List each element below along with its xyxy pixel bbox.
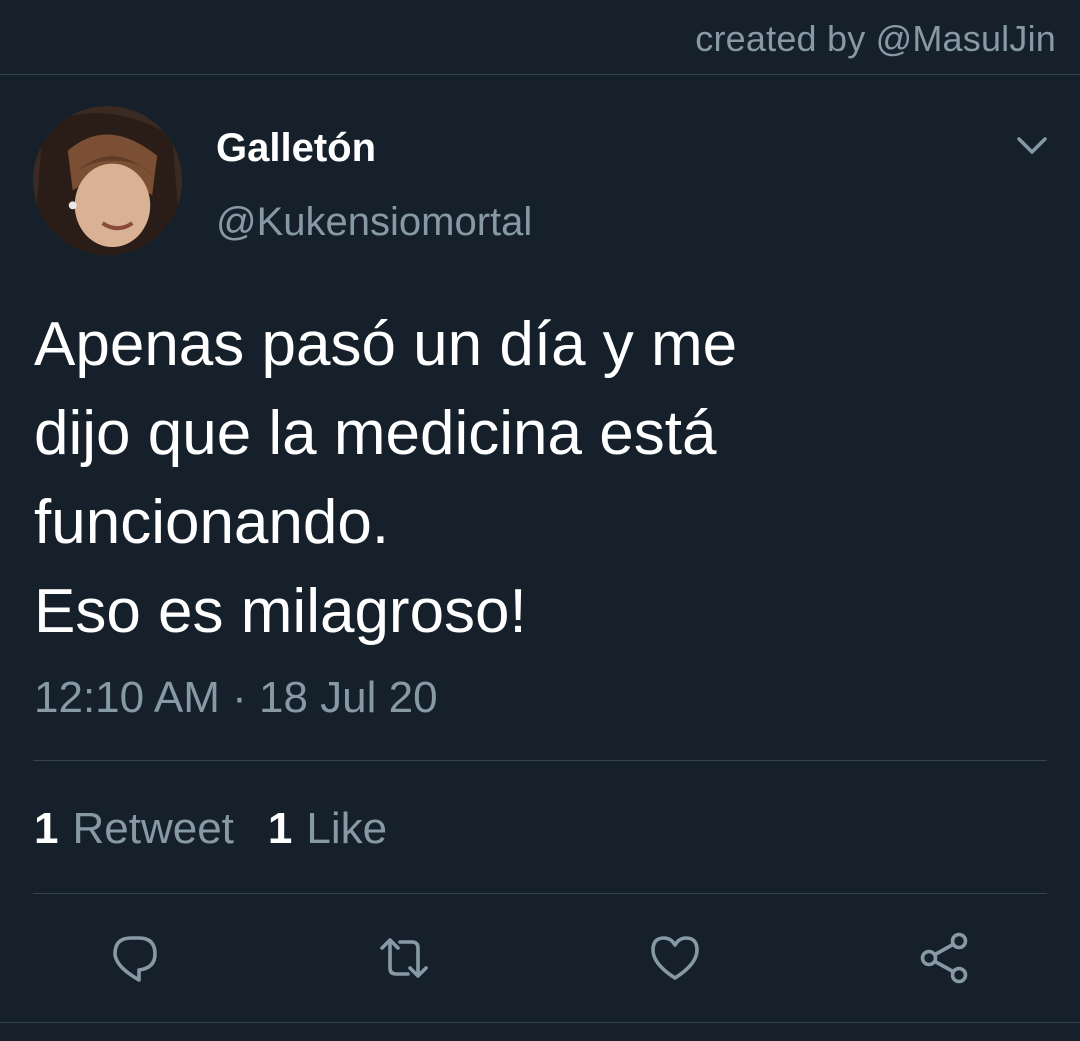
likes-count: 1 [267, 804, 293, 853]
retweet-button[interactable] [374, 928, 434, 988]
tweet-text: Apenas pasó un día y me dijo que la medi… [34, 300, 1044, 656]
tweet-timestamp[interactable]: 12:10 AM · 18 Jul 20 [34, 673, 438, 723]
share-icon [920, 932, 968, 984]
tweet-text-line: Eso es milagroso! [34, 577, 527, 646]
reply-button[interactable] [105, 928, 165, 988]
watermark-bar: created by @MasulJin [0, 0, 1080, 75]
divider [0, 1022, 1080, 1023]
tweet-stats: 1 Retweet 1 Like [34, 804, 387, 854]
retweet-icon [380, 938, 428, 978]
user-handle[interactable]: @Kukensiomortal [216, 200, 532, 245]
retweets-label: Retweet [72, 804, 234, 853]
tweet-screen: created by @MasulJin Galletón @Kukensiom… [0, 0, 1080, 1041]
avatar[interactable] [33, 106, 182, 255]
share-button[interactable] [915, 928, 975, 988]
tweet-text-line: funcionando. [34, 488, 390, 557]
retweets-stat[interactable]: 1 Retweet [34, 804, 234, 854]
avatar-image [33, 106, 182, 255]
like-button[interactable] [645, 928, 705, 988]
heart-icon [651, 936, 699, 980]
divider [33, 893, 1047, 894]
chevron-down-icon[interactable] [1012, 128, 1052, 164]
watermark-text: created by @MasulJin [695, 18, 1056, 59]
divider [33, 760, 1047, 761]
likes-stat[interactable]: 1 Like [268, 804, 387, 854]
tweet-text-line: dijo que la medicina está [34, 399, 717, 468]
reply-icon [113, 936, 157, 982]
retweets-count: 1 [34, 804, 59, 853]
likes-label: Like [306, 804, 388, 853]
tweet-text-line: Apenas pasó un día y me [34, 310, 738, 379]
display-name[interactable]: Galletón [216, 126, 376, 171]
